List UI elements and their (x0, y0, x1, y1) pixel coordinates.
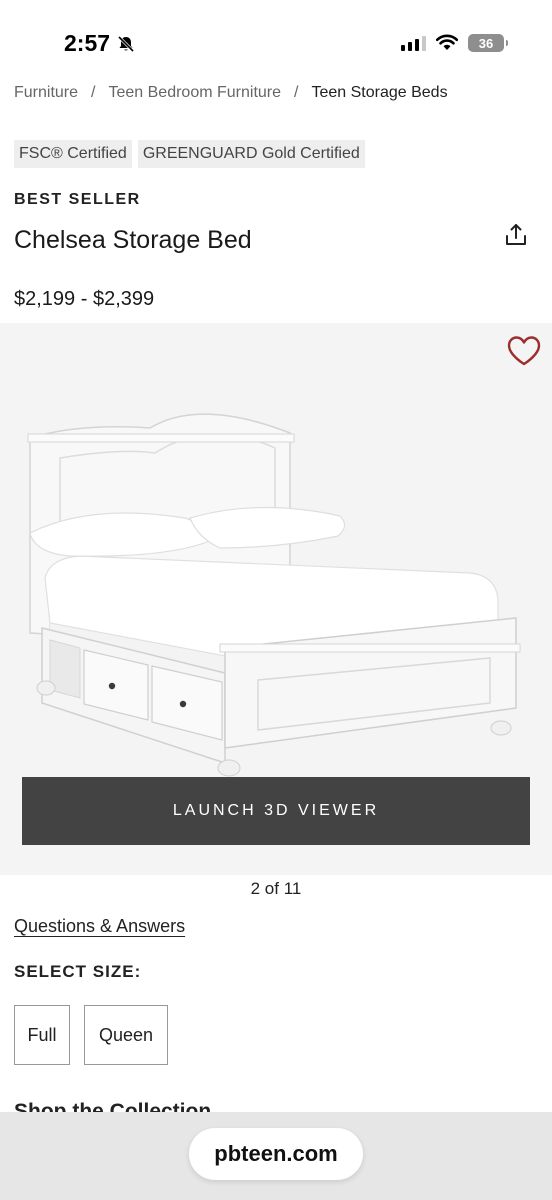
url-text: pbteen.com (214, 1141, 338, 1166)
product-price: $2,199 - $2,399 (14, 288, 155, 310)
product-image-gallery[interactable]: LAUNCH 3D VIEWER (0, 323, 552, 875)
breadcrumb-furniture[interactable]: Furniture (14, 84, 78, 102)
breadcrumb-separator: / (91, 84, 96, 101)
heart-icon[interactable] (506, 335, 542, 367)
size-option-queen[interactable]: Queen (84, 1005, 168, 1065)
size-options: Full Queen (14, 1005, 168, 1065)
breadcrumb-separator: / (294, 84, 299, 101)
breadcrumb: Furniture / Teen Bedroom Furniture / Tee… (14, 84, 448, 102)
greenguard-certified-badge: GREENGUARD Gold Certified (137, 140, 365, 168)
breadcrumb-teen-storage-beds[interactable]: Teen Storage Beds (311, 84, 447, 102)
certification-badges: FSC® Certified GREENGUARD Gold Certified (14, 140, 365, 168)
battery-icon: 36 (468, 34, 508, 52)
wifi-icon (435, 34, 459, 50)
image-counter: 2 of 11 (250, 879, 302, 898)
bell-muted-icon (117, 35, 135, 52)
launch-3d-viewer-button[interactable]: LAUNCH 3D VIEWER (22, 777, 530, 845)
share-icon[interactable] (503, 222, 529, 248)
questions-answers-link[interactable]: Questions & Answers (14, 916, 185, 937)
status-time: 2:57 (64, 30, 136, 57)
size-option-full[interactable]: Full (14, 1005, 70, 1065)
battery-level: 36 (478, 35, 494, 51)
fsc-certified-badge: FSC® Certified (14, 140, 132, 168)
status-bar: 2:57 36 (0, 0, 552, 80)
url-address-pill[interactable]: pbteen.com (189, 1128, 363, 1180)
product-title: Chelsea Storage Bed (14, 226, 252, 254)
best-seller-label: BEST SELLER (14, 191, 141, 208)
status-indicators: 36 (401, 34, 508, 52)
breadcrumb-teen-bedroom-furniture[interactable]: Teen Bedroom Furniture (108, 84, 281, 102)
select-size-heading: SELECT SIZE: (14, 962, 142, 981)
signal-icon (401, 35, 426, 51)
browser-bottom-bar: pbteen.com (0, 1112, 552, 1200)
clock-text: 2:57 (64, 30, 111, 56)
storage-bed-image (27, 413, 521, 777)
